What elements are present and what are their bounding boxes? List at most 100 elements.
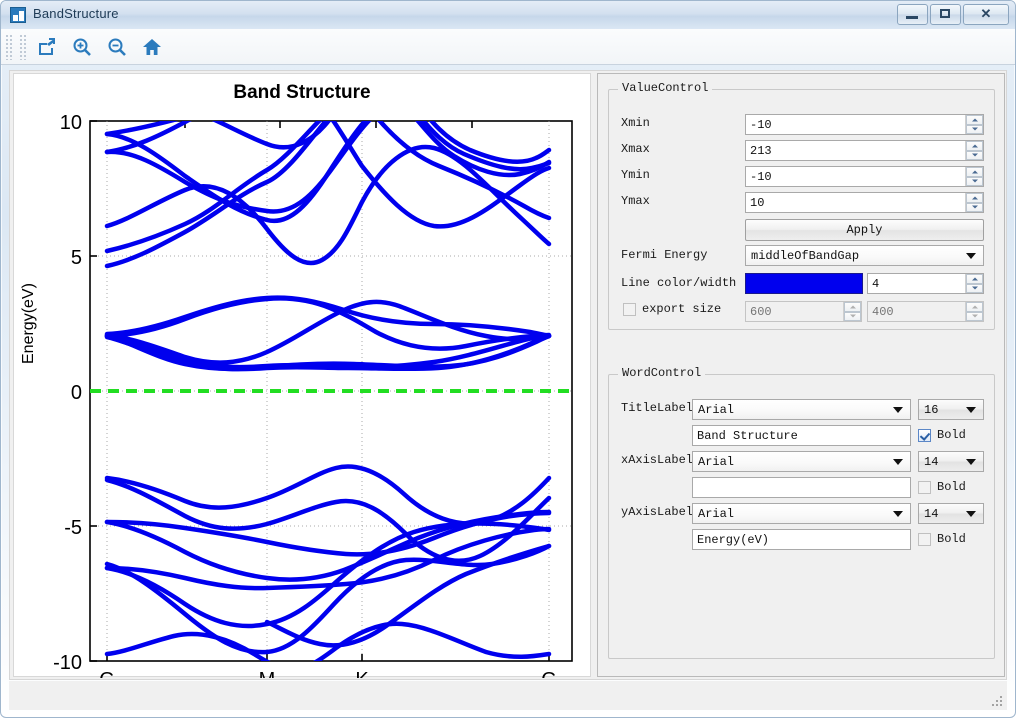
svg-text:5: 5 xyxy=(71,247,82,269)
title-font-value: Arial xyxy=(698,403,734,417)
ymin-row: Ymin xyxy=(621,168,741,182)
title-label: TitleLabel xyxy=(621,401,693,415)
chevron-down-icon xyxy=(893,459,903,465)
minimize-button[interactable] xyxy=(897,4,928,25)
xaxis-font-value: Arial xyxy=(698,455,734,469)
xaxis-size-select[interactable]: 14 xyxy=(918,451,984,472)
svg-text:K: K xyxy=(355,669,369,678)
value-control-legend: ValueControl xyxy=(618,81,712,95)
xmin-stepper[interactable] xyxy=(745,114,984,135)
title-size-select[interactable]: 16 xyxy=(918,399,984,420)
app-icon xyxy=(10,7,26,23)
svg-text:10: 10 xyxy=(60,112,82,134)
maximize-button[interactable] xyxy=(930,4,961,25)
title-label-row: TitleLabel xyxy=(621,401,693,415)
client-area: Band Structure Energy(eV) xyxy=(9,70,1007,680)
window-buttons xyxy=(897,4,1009,25)
value-control-group: ValueControl Xmin Xmax Ymin xyxy=(608,89,995,330)
xaxis-label-row: xAxisLabel xyxy=(621,453,693,467)
export-height-spin-buttons[interactable] xyxy=(965,302,983,321)
chevron-down-icon xyxy=(893,407,903,413)
toolbar xyxy=(1,29,1015,65)
svg-text:0: 0 xyxy=(71,382,82,404)
word-control-group: WordControl TitleLabel Arial 16 Bold xyxy=(608,374,995,659)
zoom-in-icon[interactable] xyxy=(65,32,98,62)
title-bar: BandStructure xyxy=(1,1,1015,30)
yaxis-size-value: 14 xyxy=(924,507,938,521)
ymax-label: Ymax xyxy=(621,194,741,208)
window-title: BandStructure xyxy=(33,6,119,21)
svg-text:G: G xyxy=(99,669,115,678)
ymin-input[interactable] xyxy=(745,166,984,187)
chevron-down-icon xyxy=(966,253,976,259)
line-width-spin-buttons[interactable] xyxy=(965,274,983,293)
xmin-label: Xmin xyxy=(621,116,741,130)
xaxis-text-input[interactable] xyxy=(692,477,911,498)
toolbar-grip-2[interactable] xyxy=(19,34,27,60)
yaxis-bold-checkbox[interactable] xyxy=(918,533,931,546)
line-color-swatch[interactable] xyxy=(745,273,863,294)
chevron-down-icon xyxy=(893,511,903,517)
xmin-row: Xmin xyxy=(621,116,741,130)
xmin-spin-buttons[interactable] xyxy=(965,115,983,134)
ymax-row: Ymax xyxy=(621,194,741,208)
xaxis-label: xAxisLabel xyxy=(621,453,693,467)
export-icon[interactable] xyxy=(30,32,63,62)
chevron-down-icon xyxy=(966,511,976,517)
xmax-spin-buttons[interactable] xyxy=(965,141,983,160)
xmax-stepper[interactable] xyxy=(745,140,984,161)
close-button[interactable] xyxy=(963,4,1009,25)
svg-text:G: G xyxy=(541,669,557,678)
xaxis-bold-label: Bold xyxy=(937,480,966,494)
export-width-stepper[interactable] xyxy=(745,301,862,322)
ymax-stepper[interactable] xyxy=(745,192,984,213)
toolbar-grip[interactable] xyxy=(5,34,13,60)
application-window: BandStructure xyxy=(0,0,1016,718)
ymin-label: Ymin xyxy=(621,168,741,182)
yaxis-bold-row: Bold xyxy=(918,532,966,546)
svg-text:-10: -10 xyxy=(53,652,82,674)
ymin-stepper[interactable] xyxy=(745,166,984,187)
xaxis-bold-checkbox[interactable] xyxy=(918,481,931,494)
fermi-energy-select[interactable]: middleOfBandGap xyxy=(745,245,984,266)
controls-panel: ValueControl Xmin Xmax Ymin xyxy=(597,73,1005,677)
yaxis-size-select[interactable]: 14 xyxy=(918,503,984,524)
fermi-energy-value: middleOfBandGap xyxy=(751,249,859,263)
band-structure-chart[interactable]: 10 5 0 -5 -10 G M K G xyxy=(14,74,592,678)
xmin-input[interactable] xyxy=(745,114,984,135)
line-color-width-label: Line color/width xyxy=(621,276,741,290)
yaxis-font-value: Arial xyxy=(698,507,734,521)
line-width-stepper[interactable] xyxy=(867,273,984,294)
export-size-checkbox[interactable] xyxy=(623,303,636,316)
export-size-row: export size xyxy=(623,302,721,316)
title-font-select[interactable]: Arial xyxy=(692,399,911,420)
export-height-stepper[interactable] xyxy=(867,301,984,322)
svg-text:M: M xyxy=(259,669,276,678)
chevron-down-icon xyxy=(966,459,976,465)
ymax-input[interactable] xyxy=(745,192,984,213)
svg-text:-5: -5 xyxy=(64,517,82,539)
fermi-row: Fermi Energy xyxy=(621,248,741,262)
ymin-spin-buttons[interactable] xyxy=(965,167,983,186)
title-size-value: 16 xyxy=(924,403,938,417)
yaxis-font-select[interactable]: Arial xyxy=(692,503,911,524)
resize-grip[interactable] xyxy=(991,695,1003,707)
chevron-down-icon xyxy=(966,407,976,413)
yaxis-label-row: yAxisLabel xyxy=(621,505,693,519)
xaxis-size-value: 14 xyxy=(924,455,938,469)
export-size-label: export size xyxy=(642,302,721,316)
apply-button[interactable]: Apply xyxy=(745,219,984,241)
xaxis-font-select[interactable]: Arial xyxy=(692,451,911,472)
title-bold-checkbox[interactable] xyxy=(918,429,931,442)
title-text-input[interactable] xyxy=(692,425,911,446)
export-width-spin-buttons[interactable] xyxy=(843,302,861,321)
title-bold-row: Bold xyxy=(918,428,966,442)
yaxis-label: yAxisLabel xyxy=(621,505,693,519)
title-bold-label: Bold xyxy=(937,428,966,442)
ymax-spin-buttons[interactable] xyxy=(965,193,983,212)
yaxis-text-input[interactable] xyxy=(692,529,911,550)
xmax-input[interactable] xyxy=(745,140,984,161)
zoom-out-icon[interactable] xyxy=(100,32,133,62)
home-icon[interactable] xyxy=(135,32,168,62)
plot-panel: Band Structure Energy(eV) xyxy=(13,73,591,677)
